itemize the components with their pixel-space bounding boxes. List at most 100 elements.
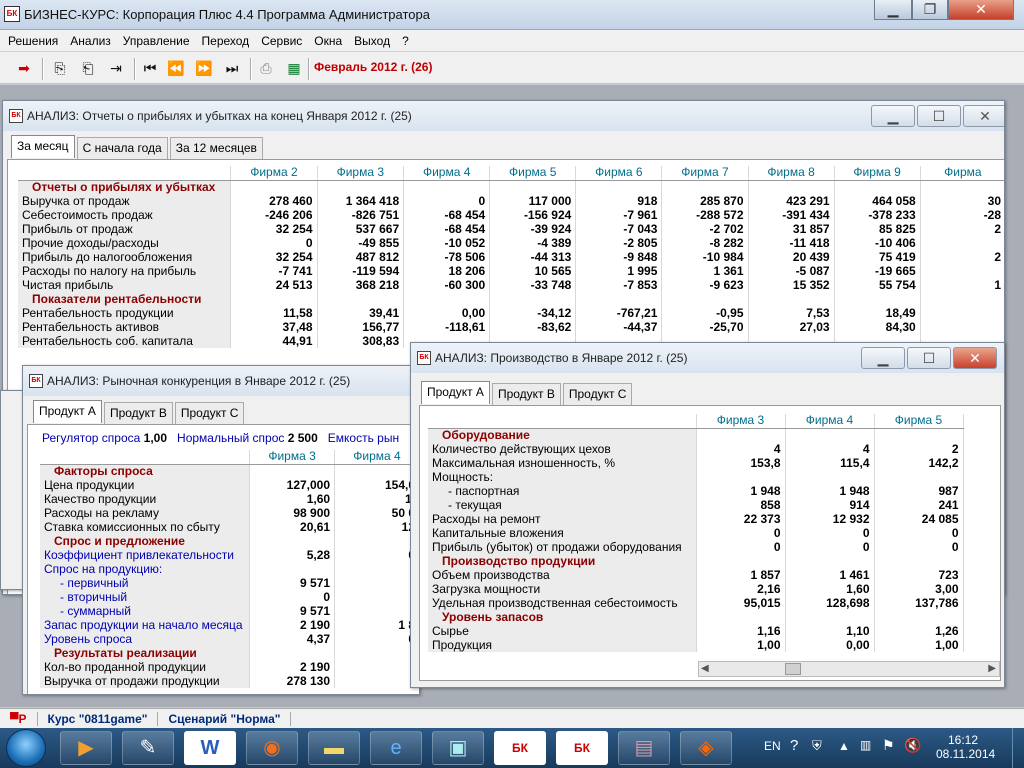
table-cell[interactable]: -5 087 bbox=[748, 264, 835, 278]
table-cell[interactable]: 32 254 bbox=[230, 250, 318, 264]
table-cell[interactable]: -378 233 bbox=[834, 208, 921, 222]
table-cell[interactable]: 95,015 bbox=[696, 596, 786, 610]
maximize-icon[interactable]: ☐ bbox=[907, 347, 951, 369]
table-cell[interactable]: 24 085 bbox=[874, 512, 964, 526]
table-cell[interactable]: 1,16 bbox=[696, 624, 786, 638]
word-icon[interactable]: W bbox=[184, 731, 236, 765]
scroll-left-icon[interactable]: ◀ bbox=[701, 663, 709, 674]
table-cell[interactable] bbox=[920, 320, 1004, 334]
column-header[interactable]: Фирма 2 bbox=[230, 166, 318, 181]
table-cell[interactable]: 0 bbox=[403, 194, 491, 208]
table-cell[interactable] bbox=[334, 604, 419, 618]
table-cell[interactable]: 18 206 bbox=[403, 264, 491, 278]
table-cell[interactable] bbox=[249, 646, 336, 660]
table-cell[interactable]: -68 454 bbox=[403, 222, 491, 236]
table-cell[interactable] bbox=[920, 264, 1004, 278]
table-cell[interactable]: 55 754 bbox=[834, 278, 921, 292]
table-cell[interactable] bbox=[874, 554, 964, 568]
table-cell[interactable]: 84,30 bbox=[834, 320, 921, 334]
table-cell[interactable]: 11,58 bbox=[230, 306, 318, 320]
tab-ytd[interactable]: С начала года bbox=[76, 137, 168, 160]
column-header[interactable]: Фирма 8 bbox=[748, 166, 835, 181]
table-cell[interactable]: 0 bbox=[696, 540, 786, 554]
menu-windows[interactable]: Окна bbox=[314, 34, 342, 48]
table-cell[interactable] bbox=[748, 180, 835, 194]
table-cell[interactable]: -44,37 bbox=[575, 320, 663, 334]
table-cell[interactable]: -11 418 bbox=[748, 236, 835, 250]
table-cell[interactable] bbox=[748, 292, 835, 306]
table-cell[interactable]: 20 439 bbox=[748, 250, 835, 264]
table-cell[interactable]: -68 454 bbox=[403, 208, 491, 222]
menu-management[interactable]: Управление bbox=[123, 34, 190, 48]
table-cell[interactable]: 2 bbox=[920, 250, 1004, 264]
tab-product-c[interactable]: Продукт С bbox=[562, 383, 633, 406]
table-cell[interactable]: 1,00 bbox=[874, 638, 964, 652]
table-cell[interactable]: 22 373 bbox=[696, 512, 786, 526]
explorer-folder-icon[interactable]: ▬ bbox=[308, 731, 360, 765]
import-icon[interactable]: ⎘ bbox=[50, 58, 70, 78]
table-cell[interactable]: 32 254 bbox=[230, 222, 318, 236]
tab-month[interactable]: За месяц bbox=[11, 135, 75, 158]
shield-icon[interactable]: ⛨ bbox=[812, 738, 822, 768]
table-cell[interactable] bbox=[920, 306, 1004, 320]
table-cell[interactable] bbox=[489, 180, 577, 194]
table-cell[interactable] bbox=[334, 576, 419, 590]
table-cell[interactable]: -246 206 bbox=[230, 208, 318, 222]
table-cell[interactable] bbox=[661, 180, 749, 194]
column-header[interactable]: Фирма 3 bbox=[317, 166, 405, 181]
table-cell[interactable] bbox=[403, 292, 491, 306]
language-indicator[interactable]: EN bbox=[764, 739, 781, 768]
table-cell[interactable] bbox=[696, 554, 786, 568]
table-cell[interactable]: 153,8 bbox=[696, 456, 786, 470]
table-cell[interactable]: 127,000 bbox=[249, 478, 336, 492]
table-cell[interactable]: 128,698 bbox=[785, 596, 875, 610]
table-cell[interactable]: -7 043 bbox=[575, 222, 663, 236]
table-cell[interactable] bbox=[696, 470, 786, 484]
table-cell[interactable]: -33 748 bbox=[489, 278, 577, 292]
table-cell[interactable]: -19 665 bbox=[834, 264, 921, 278]
media-player-icon[interactable]: ▶ bbox=[60, 731, 112, 765]
menu-navigate[interactable]: Переход bbox=[202, 34, 250, 48]
table-cell[interactable]: 487 812 bbox=[317, 250, 405, 264]
table-cell[interactable] bbox=[334, 660, 419, 674]
table-cell[interactable] bbox=[874, 470, 964, 484]
table-cell[interactable]: 1 461 bbox=[785, 568, 875, 582]
table-cell[interactable] bbox=[785, 554, 875, 568]
table-cell[interactable]: 0,00 bbox=[785, 638, 875, 652]
table-cell[interactable]: 2 bbox=[920, 222, 1004, 236]
table-cell[interactable]: -34,12 bbox=[489, 306, 577, 320]
table-cell[interactable]: 1 857 bbox=[696, 568, 786, 582]
business-course-icon[interactable]: БК bbox=[494, 731, 546, 765]
table-cell[interactable]: 4 bbox=[785, 442, 875, 456]
minimize-icon[interactable]: ▁ bbox=[861, 347, 905, 369]
table-cell[interactable] bbox=[334, 534, 419, 548]
table-cell[interactable]: 2 190 bbox=[249, 618, 336, 632]
table-cell[interactable]: 723 bbox=[874, 568, 964, 582]
next-icon[interactable]: ⏩ bbox=[194, 58, 214, 78]
table-cell[interactable]: 2 190 bbox=[249, 660, 336, 674]
prev-icon[interactable]: ⏪ bbox=[166, 58, 186, 78]
production-window-titlebar[interactable]: БК АНАЛИЗ: Производство в Январе 2012 г.… bbox=[411, 343, 1004, 373]
table-cell[interactable]: 4,37 bbox=[249, 632, 336, 646]
table-cell[interactable]: -44 313 bbox=[489, 250, 577, 264]
table-cell[interactable] bbox=[834, 292, 921, 306]
scrollbar-thumb[interactable] bbox=[785, 663, 801, 675]
table-cell[interactable] bbox=[334, 562, 419, 576]
table-cell[interactable] bbox=[696, 428, 786, 442]
table-cell[interactable] bbox=[230, 180, 318, 194]
close-icon[interactable]: ✕ bbox=[953, 347, 997, 369]
help-icon[interactable]: ? bbox=[790, 737, 798, 768]
table-cell[interactable]: -9 848 bbox=[575, 250, 663, 264]
table-cell[interactable]: -8 282 bbox=[661, 236, 749, 250]
table-cell[interactable] bbox=[317, 292, 405, 306]
column-header[interactable]: Фирма 7 bbox=[661, 166, 749, 181]
tab-product-b[interactable]: Продукт В bbox=[103, 402, 173, 425]
table-cell[interactable]: 1 995 bbox=[575, 264, 663, 278]
table-cell[interactable]: 20,61 bbox=[249, 520, 336, 534]
horizontal-scrollbar[interactable]: ◀ ▶ bbox=[698, 661, 1000, 677]
transfer-icon[interactable]: ⇥ bbox=[106, 58, 126, 78]
menu-service[interactable]: Сервис bbox=[261, 34, 302, 48]
table-cell[interactable]: 1 948 bbox=[696, 484, 786, 498]
menu-decisions[interactable]: Решения bbox=[8, 34, 58, 48]
table-cell[interactable] bbox=[785, 610, 875, 624]
